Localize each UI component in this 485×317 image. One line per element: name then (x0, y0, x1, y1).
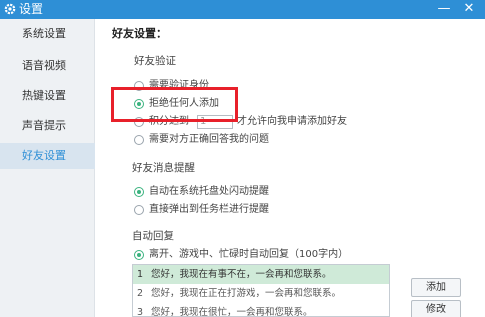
option-score-threshold-suffix: 才允许向我申请添加好友 (237, 116, 347, 127)
friend-settings-panel: 好友设置： 好友验证 需要验证身份 拒绝任何人添加 积分达到 1 才允许向我申请… (96, 19, 485, 317)
gear-icon (4, 3, 16, 15)
sidebar-item-system[interactable]: 系统设置 (0, 21, 95, 47)
close-button[interactable]: ✕ (461, 2, 477, 17)
reply-number: 1 (137, 269, 144, 280)
option-answer-question-label: 需要对方正确回答我的问题 (149, 134, 269, 145)
radio-answer-question[interactable] (134, 135, 144, 145)
list-item[interactable]: 3 您好，我现在很忙，一会再和您联系。 (133, 303, 389, 317)
radio-tray-flash[interactable] (134, 187, 144, 197)
verification-group-title: 好友验证 (134, 55, 176, 67)
option-tray-flash-label: 自动在系统托盘处闪动提醒 (149, 186, 269, 197)
option-auto-reply-label: 离开、游戏中、忙碌时自动回复（100字内） (149, 249, 349, 260)
page-title: 好友设置： (112, 27, 167, 40)
title-bar: 设置 — ✕ (0, 0, 485, 19)
window-title: 设置 (19, 2, 44, 16)
sidebar: 系统设置 语音视频 热键设置 声音提示 好友设置 (0, 19, 95, 317)
auto-reply-list[interactable]: 1 您好，我现在有事不在，一会再和您联系。 2 您好，我现在正在打游戏，一会再和您联… (132, 264, 390, 317)
auto-reply-group-title: 自动回复 (132, 230, 174, 242)
list-item[interactable]: 2 您好，我现在正在打游戏，一会再和您联系。 (133, 284, 389, 303)
edit-reply-button[interactable]: 修改 (411, 300, 461, 317)
reply-number: 2 (137, 288, 144, 299)
list-item[interactable]: 1 您好，我现在有事不在，一会再和您联系。 (133, 265, 389, 284)
option-taskbar-popup-label: 直接弹出到任务栏进行提醒 (149, 204, 269, 215)
sidebar-item-sound[interactable]: 声音提示 (0, 113, 95, 139)
add-reply-button[interactable]: 添加 (411, 278, 461, 297)
reply-text: 您好，我现在有事不在，一会再和您联系。 (151, 269, 332, 280)
reply-text: 您好，我现在很忙，一会再和您联系。 (151, 307, 313, 317)
sidebar-item-friends[interactable]: 好友设置 (0, 143, 95, 169)
radio-auto-reply[interactable] (134, 250, 144, 260)
highlight-box (111, 87, 238, 122)
reply-text: 您好，我现在正在打游戏，一会再和您联系。 (151, 288, 342, 299)
minimize-button[interactable]: — (436, 2, 452, 17)
sidebar-item-voice-video[interactable]: 语音视频 (0, 53, 95, 79)
reply-number: 3 (137, 307, 144, 317)
radio-taskbar-popup[interactable] (134, 205, 144, 215)
sidebar-item-hotkeys[interactable]: 热键设置 (0, 83, 95, 109)
message-alert-group-title: 好友消息提醒 (132, 162, 195, 174)
